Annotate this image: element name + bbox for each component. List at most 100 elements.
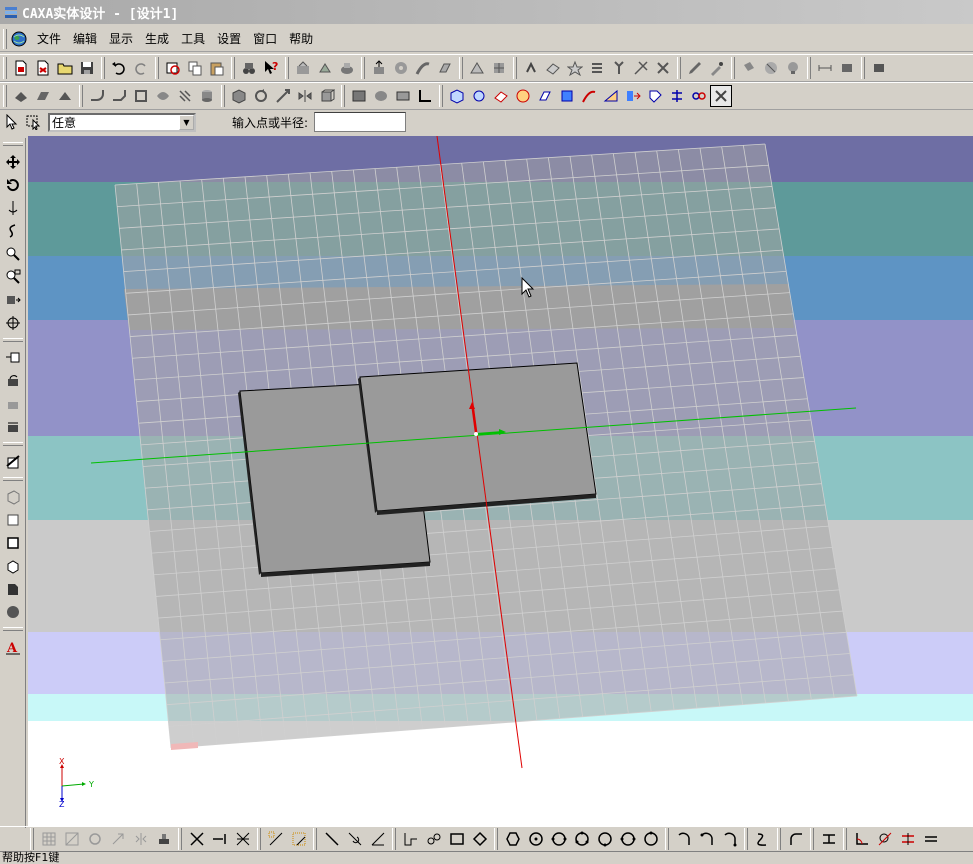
menu-window[interactable]: 窗口 — [247, 28, 283, 49]
sweep-button[interactable] — [412, 57, 434, 79]
menu-help[interactable]: 帮助 — [283, 28, 319, 49]
look-at-button[interactable] — [2, 312, 24, 333]
menu-file[interactable]: 文件 — [31, 28, 67, 49]
menubar-grip[interactable] — [3, 28, 7, 49]
boolean-button-1[interactable] — [228, 85, 250, 107]
sketch-button-10[interactable] — [644, 85, 666, 107]
mirror-sketch-button[interactable] — [129, 828, 152, 850]
globe-icon[interactable] — [11, 31, 27, 47]
render-button-3[interactable] — [782, 57, 804, 79]
polyline-button[interactable] — [399, 828, 422, 850]
zoom-button[interactable] — [2, 243, 24, 264]
search-button[interactable] — [238, 57, 260, 79]
constraint-button-2[interactable] — [287, 828, 310, 850]
polygon-button[interactable] — [501, 828, 524, 850]
save-button[interactable] — [76, 57, 98, 79]
edge-button-6[interactable] — [196, 85, 218, 107]
sketch-button-5[interactable] — [534, 85, 556, 107]
angle-line-button[interactable] — [366, 828, 389, 850]
dimension-sketch-button[interactable] — [817, 828, 840, 850]
edge-button-3[interactable] — [130, 85, 152, 107]
spline-button[interactable] — [751, 828, 774, 850]
revolve-button[interactable] — [390, 57, 412, 79]
ellipse-button[interactable] — [616, 828, 639, 850]
new-design-button[interactable] — [10, 57, 32, 79]
boolean-button-2[interactable] — [250, 85, 272, 107]
measure-button[interactable] — [836, 57, 858, 79]
feature-button-5[interactable] — [608, 57, 630, 79]
roll-button[interactable] — [2, 220, 24, 241]
menu-settings[interactable]: 设置 — [211, 28, 247, 49]
rectangle-button[interactable] — [445, 828, 468, 850]
toolbar-grip[interactable] — [2, 142, 23, 146]
design-scene[interactable]: X Y Z — [28, 136, 973, 826]
tangent-line-button[interactable] — [343, 828, 366, 850]
undo-button[interactable] — [108, 57, 130, 79]
rotate-sketch-button[interactable] — [83, 828, 106, 850]
design-element-button-3[interactable] — [336, 57, 358, 79]
sketch-button-13[interactable] — [710, 85, 732, 107]
camera-button-4[interactable] — [2, 416, 24, 437]
surface-button-2[interactable] — [488, 57, 510, 79]
loft-button[interactable] — [434, 57, 456, 79]
camera-button-2[interactable] — [2, 370, 24, 391]
break-button[interactable] — [231, 828, 254, 850]
zoom-fit-button[interactable] — [2, 289, 24, 310]
sketch-button-11[interactable] — [666, 85, 688, 107]
boolean-button-5[interactable] — [316, 85, 338, 107]
toolbar-grip[interactable] — [30, 827, 34, 850]
circle-2pt-button[interactable] — [547, 828, 570, 850]
diamond-button[interactable] — [468, 828, 491, 850]
view-button-3[interactable] — [392, 85, 414, 107]
edge-button-2[interactable] — [108, 85, 130, 107]
orbit-button[interactable] — [2, 174, 24, 195]
sketch-button-7[interactable] — [578, 85, 600, 107]
extrude-button[interactable] — [368, 57, 390, 79]
equal-dim-button[interactable] — [919, 828, 942, 850]
selection-filter-combo[interactable]: 任意 ▼ — [48, 112, 196, 132]
section-view-button[interactable] — [2, 451, 24, 472]
new-drawing-button[interactable] — [32, 57, 54, 79]
menu-edit[interactable]: 编辑 — [67, 28, 103, 49]
context-help-button[interactable]: ? — [260, 57, 282, 79]
select-pointer-button[interactable] — [0, 111, 22, 133]
tangent-dim-button[interactable] — [873, 828, 896, 850]
dynamic-rotate-button[interactable] — [2, 197, 24, 218]
render-mode-button-1[interactable] — [2, 486, 24, 507]
ellipse-2-button[interactable] — [639, 828, 662, 850]
sketch-button-1[interactable] — [446, 85, 468, 107]
parallel-dim-button[interactable] — [896, 828, 919, 850]
solid-block-right[interactable] — [358, 362, 597, 515]
feature-button-4[interactable] — [586, 57, 608, 79]
render-button-1[interactable] — [738, 57, 760, 79]
draft-face-button[interactable] — [54, 85, 76, 107]
toolbar-grip[interactable] — [3, 57, 7, 79]
properties-button[interactable] — [162, 57, 184, 79]
arc-button-2[interactable] — [695, 828, 718, 850]
sketch-stamp-button[interactable] — [152, 828, 175, 850]
edge-button-4[interactable] — [152, 85, 174, 107]
scale-sketch-button[interactable] — [106, 828, 129, 850]
feature-button-2[interactable] — [542, 57, 564, 79]
boolean-button-3[interactable] — [272, 85, 294, 107]
sketch-button-12[interactable] — [688, 85, 710, 107]
sketch-button-9[interactable] — [622, 85, 644, 107]
snap-button[interactable] — [60, 828, 83, 850]
pan-button[interactable] — [2, 151, 24, 172]
feature-button-3[interactable] — [564, 57, 586, 79]
offset-face-button[interactable] — [32, 85, 54, 107]
menu-tools[interactable]: 工具 — [175, 28, 211, 49]
line-button[interactable] — [320, 828, 343, 850]
render-mode-button-2[interactable] — [2, 509, 24, 530]
sketch-button-8[interactable] — [600, 85, 622, 107]
text-button[interactable]: A — [2, 636, 24, 657]
view-button-1[interactable] — [348, 85, 370, 107]
camera-button-1[interactable] — [2, 347, 24, 368]
boolean-button-4[interactable] — [294, 85, 316, 107]
design-element-button-2[interactable] — [314, 57, 336, 79]
redo-button[interactable] — [130, 57, 152, 79]
camera-button-3[interactable] — [2, 393, 24, 414]
tool-button-1[interactable] — [684, 57, 706, 79]
move-face-button[interactable] — [10, 85, 32, 107]
curve-chain-button[interactable] — [422, 828, 445, 850]
